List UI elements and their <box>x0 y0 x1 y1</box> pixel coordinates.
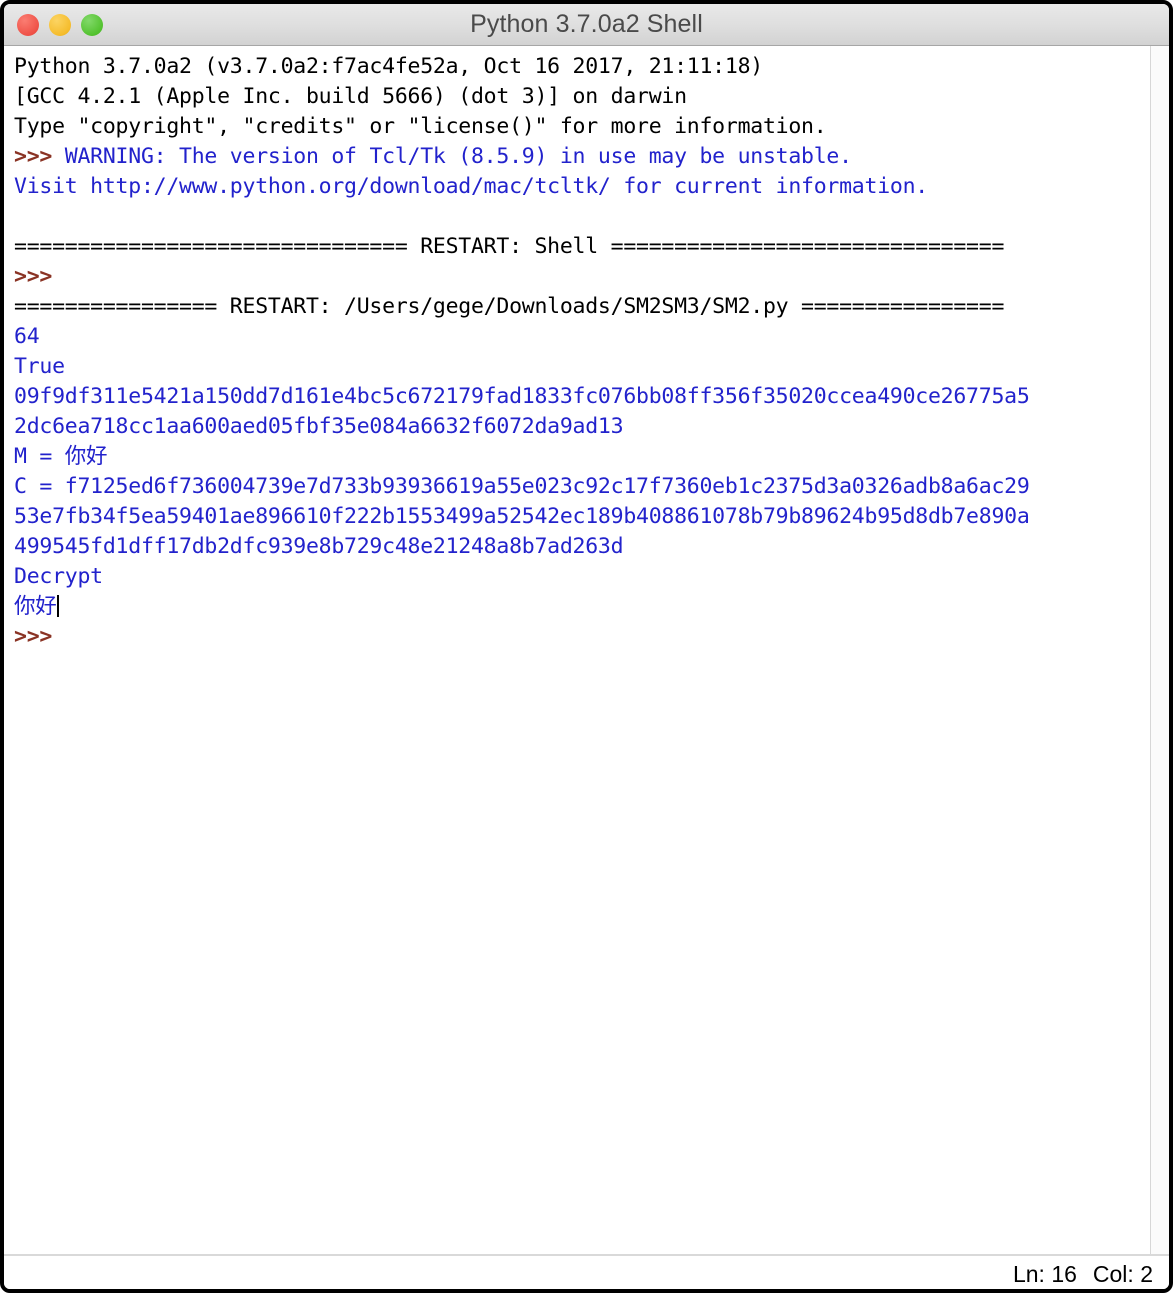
shell-line-text: [GCC 4.2.1 (Apple Inc. build 5666) (dot … <box>14 84 687 109</box>
shell-line-output-true: True <box>14 352 1150 382</box>
minimize-button[interactable] <box>49 13 71 36</box>
close-button[interactable] <box>17 13 39 36</box>
idle-shell-window: Python 3.7.0a2 Shell Python 3.7.0a2 (v3.… <box>0 0 1173 1293</box>
shell-line-text: Decrypt <box>14 564 103 589</box>
shell-line-prompt-2: >>> <box>14 622 1150 652</box>
shell-line-banner-help: Type "copyright", "credits" or "license(… <box>14 112 1150 142</box>
shell-line-warning-tcltk: >>> WARNING: The version of Tcl/Tk (8.5.… <box>14 142 1150 172</box>
shell-line-text: Type "copyright", "credits" or "license(… <box>14 114 827 139</box>
shell-line-text: 2dc6ea718cc1aa600aed05fbf35e084a6632f607… <box>14 414 624 439</box>
shell-prompt: >>> <box>14 264 53 289</box>
shell-line-text: ================ RESTART: /Users/gege/Do… <box>14 294 1005 319</box>
shell-line-output-c-2: 53e7fb34f5ea59401ae896610f222b1553499a52… <box>14 502 1150 532</box>
shell-prompt: >>> <box>14 144 65 169</box>
shell-line-banner-version: Python 3.7.0a2 (v3.7.0a2:f7ac4fe52a, Oct… <box>14 52 1150 82</box>
shell-line-text: 53e7fb34f5ea59401ae896610f222b1553499a52… <box>14 504 1030 529</box>
window-title: Python 3.7.0a2 Shell <box>470 10 703 38</box>
shell-line-text: Visit http://www.python.org/download/mac… <box>14 174 928 199</box>
shell-line-text: 64 <box>14 324 40 349</box>
window-titlebar: Python 3.7.0a2 Shell <box>4 4 1169 46</box>
shell-output-text[interactable]: Python 3.7.0a2 (v3.7.0a2:f7ac4fe52a, Oct… <box>4 46 1150 1254</box>
status-column-number: Col: 2 <box>1092 1260 1153 1287</box>
shell-line-output-hash-1: 09f9df311e5421a150dd7d161e4bc5c672179fad… <box>14 382 1150 412</box>
shell-line-output-decrypt-label: Decrypt <box>14 562 1150 592</box>
shell-line-text: Python 3.7.0a2 (v3.7.0a2:f7ac4fe52a, Oct… <box>14 54 763 79</box>
shell-line-output-c-3: 499545fd1dff17db2dfc939e8b729c48e21248a8… <box>14 532 1150 562</box>
shell-line-text: C = f7125ed6f736004739e7d733b93936619a55… <box>14 474 1030 499</box>
status-bar: Ln: 16 Col: 2 <box>4 1254 1169 1289</box>
status-line-number: Ln: 16 <box>1012 1260 1077 1287</box>
shell-line-text: 499545fd1dff17db2dfc939e8b729c48e21248a8… <box>14 534 624 559</box>
shell-line-output-c-1: C = f7125ed6f736004739e7d733b93936619a55… <box>14 472 1150 502</box>
shell-line-warning-visit: Visit http://www.python.org/download/mac… <box>14 172 1150 202</box>
shell-line-text: M = 你好 <box>14 444 108 469</box>
window-controls <box>4 13 103 36</box>
shell-line-restart-shell: =============================== RESTART:… <box>14 232 1150 262</box>
shell-line-prompt-1: >>> <box>14 262 1150 292</box>
shell-line-text: True <box>14 354 65 379</box>
shell-line-text: =============================== RESTART:… <box>14 234 1005 259</box>
shell-line-restart-file: ================ RESTART: /Users/gege/Do… <box>14 292 1150 322</box>
shell-line-output-m: M = 你好 <box>14 442 1150 472</box>
shell-text-region: Python 3.7.0a2 (v3.7.0a2:f7ac4fe52a, Oct… <box>4 46 1169 1254</box>
shell-line-text: 你好 <box>14 594 57 619</box>
zoom-button[interactable] <box>81 13 103 36</box>
vertical-scrollbar[interactable] <box>1150 46 1169 1254</box>
shell-line-output-keysize: 64 <box>14 322 1150 352</box>
shell-prompt: >>> <box>14 624 53 649</box>
text-cursor-caret <box>56 595 59 617</box>
shell-line-text: 09f9df311e5421a150dd7d161e4bc5c672179fad… <box>14 384 1030 409</box>
shell-line-output-decrypted: 你好 <box>14 592 1150 622</box>
shell-line-text: WARNING: The version of Tcl/Tk (8.5.9) i… <box>64 144 852 169</box>
shell-line-output-hash-2: 2dc6ea718cc1aa600aed05fbf35e084a6632f607… <box>14 412 1150 442</box>
shell-line-banner-compiler: [GCC 4.2.1 (Apple Inc. build 5666) (dot … <box>14 82 1150 112</box>
shell-line-spacer-1 <box>14 202 1150 232</box>
